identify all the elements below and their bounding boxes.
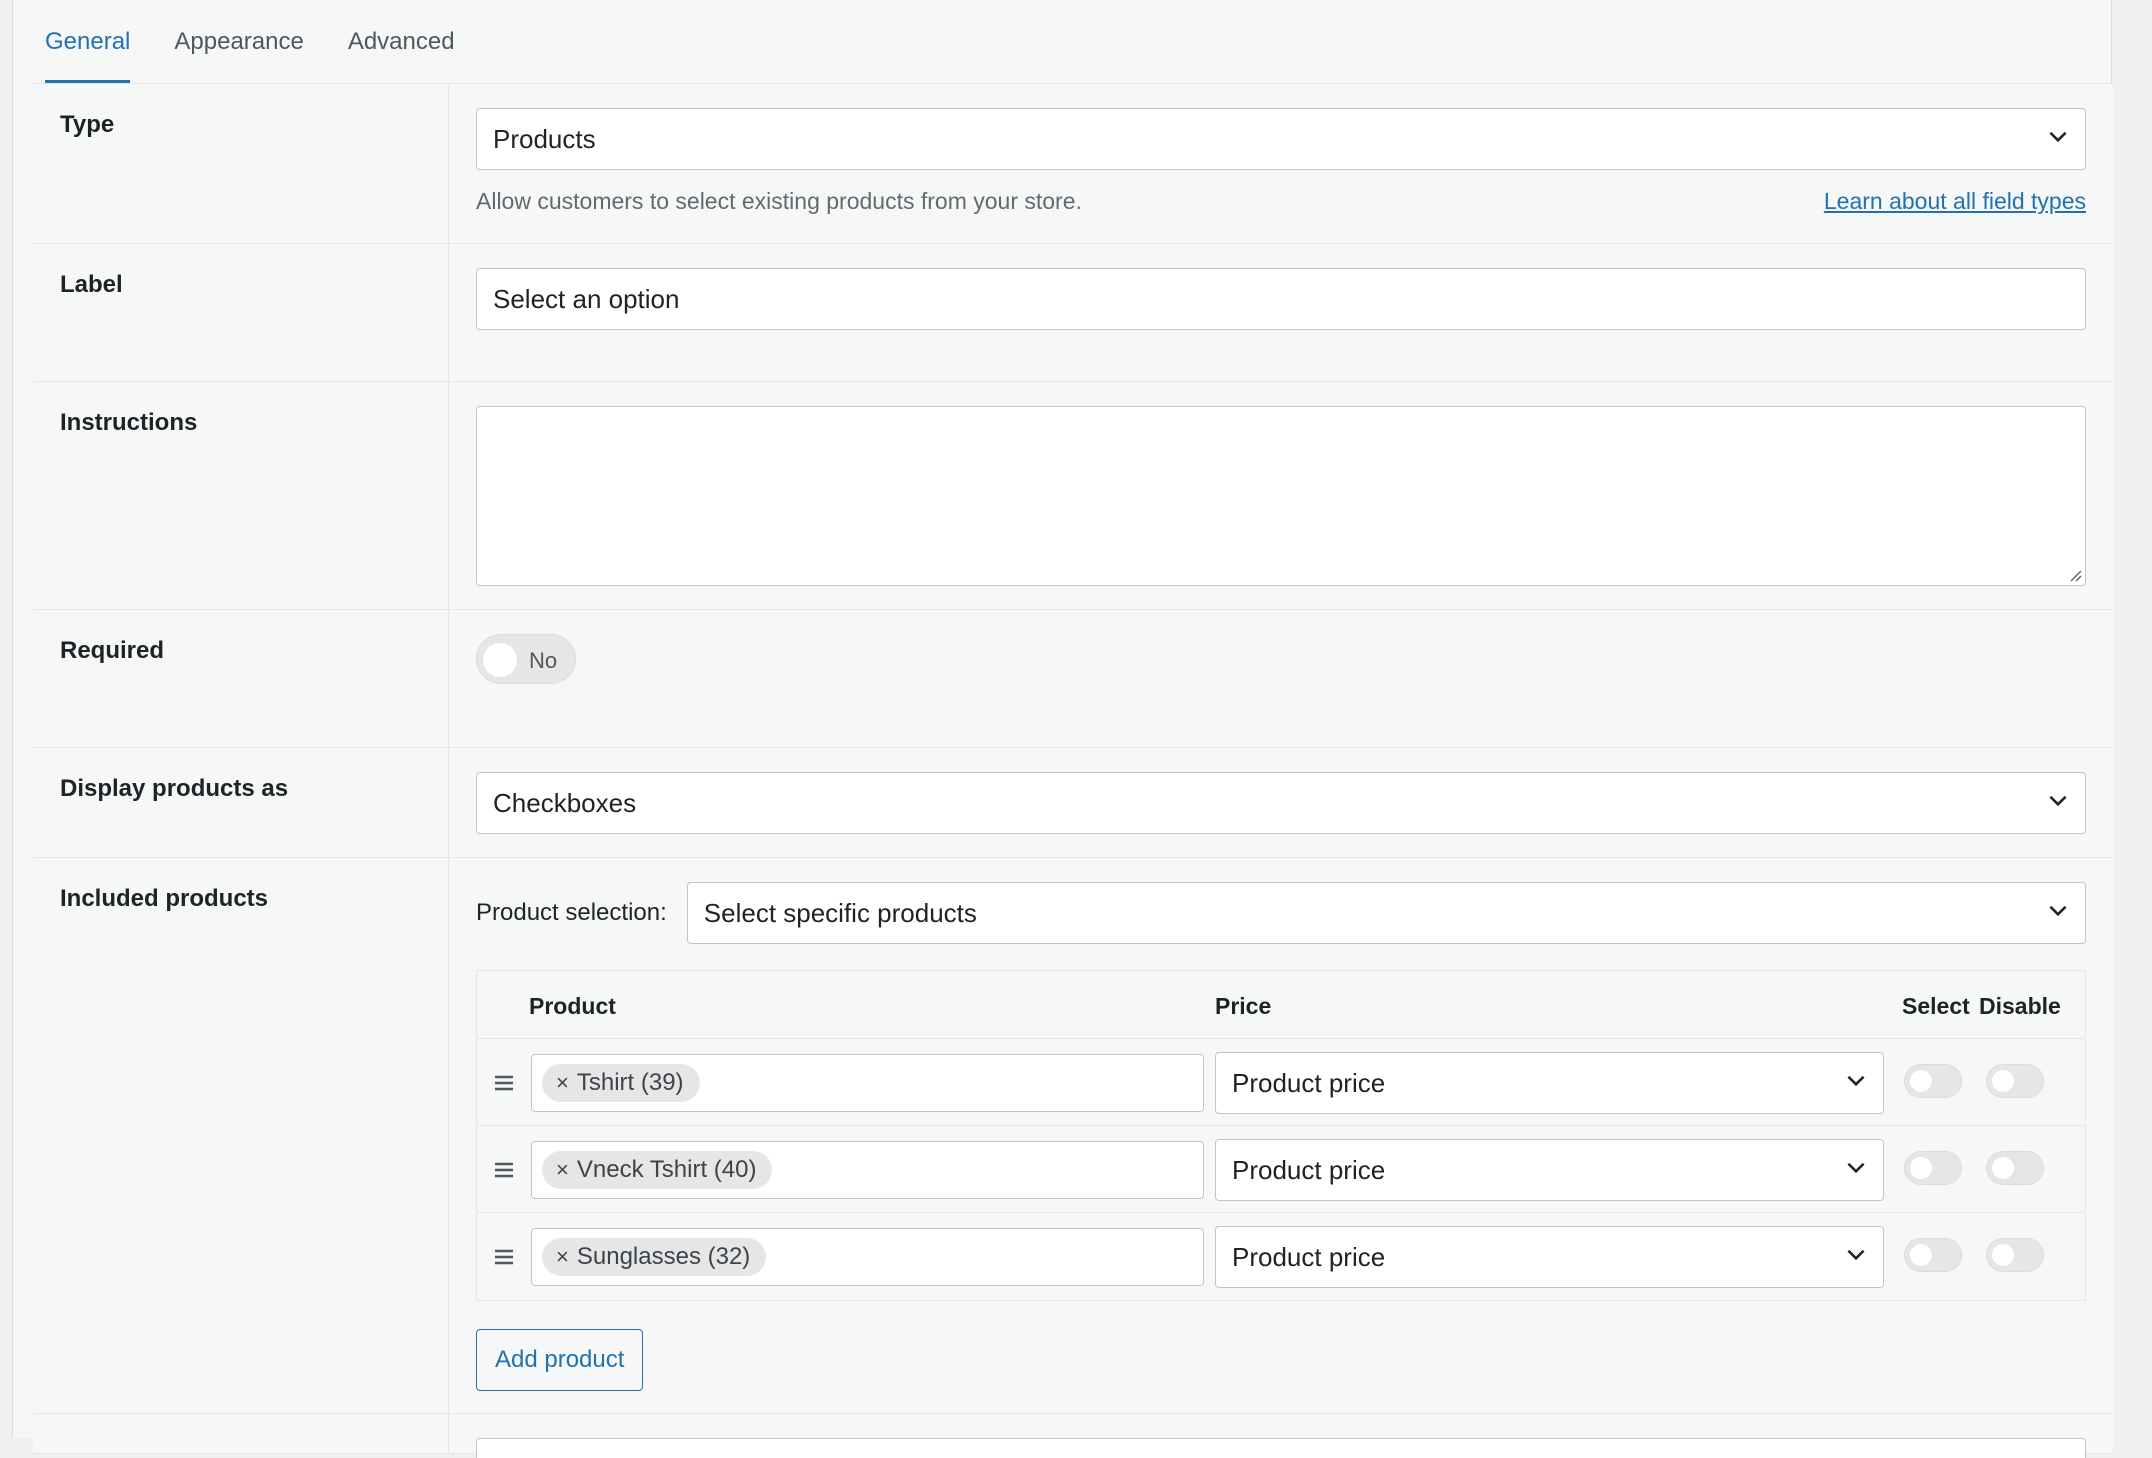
display-label: Display products as xyxy=(33,748,449,857)
disable-toggle[interactable] xyxy=(1986,1238,2044,1272)
product-chip: × Sunglasses (32) xyxy=(542,1238,767,1276)
drag-handle-icon[interactable] xyxy=(493,1247,515,1267)
label-body: Select an option xyxy=(449,244,2113,381)
toggle-knob xyxy=(1992,1070,2014,1092)
toggle-knob xyxy=(1992,1157,2014,1179)
products-table: Product Price Select Disable × Tshirt (3… xyxy=(476,970,2086,1301)
instructions-textarea[interactable] xyxy=(476,406,2086,586)
add-product-button[interactable]: Add product xyxy=(476,1329,644,1391)
toggle-knob xyxy=(1910,1244,1932,1266)
type-select-value: Products xyxy=(493,123,596,154)
select-toggle[interactable] xyxy=(1904,1064,1962,1098)
price-select-value: Product price xyxy=(1232,1154,1386,1185)
field-settings-panel: General Appearance Advanced Type Product… xyxy=(12,0,2113,1458)
product-chip-label: Tshirt (39) xyxy=(576,1069,684,1096)
product-selection-label: Product selection: xyxy=(476,899,667,926)
product-chip: × Tshirt (39) xyxy=(542,1064,700,1102)
display-select[interactable]: Checkboxes xyxy=(476,772,2086,834)
chevron-down-icon xyxy=(1847,1075,1865,1087)
tab-general[interactable]: General xyxy=(45,0,131,84)
required-body: No xyxy=(449,610,2113,747)
drag-handle-icon[interactable] xyxy=(493,1160,515,1180)
next-row xyxy=(33,1414,2113,1458)
price-select[interactable]: Product price xyxy=(1215,1052,1884,1114)
product-selection: Product selection: Select specific produ… xyxy=(476,882,2086,944)
col-disable: Disable xyxy=(1979,993,2061,1019)
product-chip: × Vneck Tshirt (40) xyxy=(542,1151,773,1189)
price-select-value: Product price xyxy=(1232,1241,1386,1272)
col-price: Price xyxy=(1215,993,1272,1019)
table-row: × Tshirt (39) Product price xyxy=(477,1039,2085,1126)
type-body: Products Allow customers to select exist… xyxy=(449,84,2113,243)
toggle-knob xyxy=(1910,1157,1932,1179)
type-select[interactable]: Products xyxy=(476,108,2086,170)
instructions-label: Instructions xyxy=(33,382,449,609)
price-select[interactable]: Product price xyxy=(1215,1226,1884,1288)
product-selection-select[interactable]: Select specific products xyxy=(686,882,2086,944)
next-row-label xyxy=(33,1414,449,1453)
table-row: × Vneck Tshirt (40) Product price xyxy=(477,1126,2085,1213)
product-chip-label: Vneck Tshirt (40) xyxy=(576,1156,757,1183)
type-help: Allow customers to select existing produ… xyxy=(476,188,2086,215)
product-selection-value: Select specific products xyxy=(703,897,977,928)
display-select-value: Checkboxes xyxy=(493,787,637,818)
product-field[interactable]: × Vneck Tshirt (40) xyxy=(531,1141,1204,1199)
included-label: Included products xyxy=(33,858,449,1413)
select-toggle[interactable] xyxy=(1904,1238,1962,1272)
remove-icon[interactable]: × xyxy=(556,1157,569,1183)
chevron-down-icon xyxy=(2049,131,2067,143)
settings-tabs: General Appearance Advanced xyxy=(45,0,455,84)
product-field[interactable]: × Tshirt (39) xyxy=(531,1054,1204,1112)
drag-handle-icon[interactable] xyxy=(493,1073,515,1093)
chevron-down-icon xyxy=(2049,905,2067,917)
tab-advanced[interactable]: Advanced xyxy=(348,0,455,84)
remove-icon[interactable]: × xyxy=(556,1244,569,1270)
tab-appearance[interactable]: Appearance xyxy=(174,0,303,84)
instructions-row: Instructions xyxy=(33,382,2113,610)
table-row: × Sunglasses (32) Product price xyxy=(477,1213,2085,1300)
chevron-down-icon xyxy=(1847,1162,1865,1174)
display-body: Checkboxes xyxy=(449,748,2113,857)
toggle-knob xyxy=(483,643,517,677)
toggle-knob xyxy=(1910,1070,1932,1092)
label-input[interactable]: Select an option xyxy=(476,268,2086,330)
label-label: Label xyxy=(33,244,449,381)
price-select-value: Product price xyxy=(1232,1067,1386,1098)
toggle-knob xyxy=(1992,1244,2014,1266)
included-body: Product selection: Select specific produ… xyxy=(449,858,2113,1413)
type-label: Type xyxy=(33,84,449,243)
disable-toggle[interactable] xyxy=(1986,1064,2044,1098)
required-toggle-text: No xyxy=(529,648,558,673)
required-label: Required xyxy=(33,610,449,747)
products-table-header: Product Price Select Disable xyxy=(477,971,2085,1039)
label-row: Label Select an option xyxy=(33,244,2113,382)
instructions-body xyxy=(449,382,2113,609)
settings-form: Type Products Allow customers to select … xyxy=(33,83,2113,1458)
type-row: Type Products Allow customers to select … xyxy=(33,84,2113,244)
product-chip-label: Sunglasses (32) xyxy=(576,1243,751,1270)
resize-handle-icon[interactable] xyxy=(2067,567,2083,583)
type-help-text: Allow customers to select existing produ… xyxy=(476,188,1082,214)
col-product: Product xyxy=(529,993,616,1019)
required-row: Required No xyxy=(33,610,2113,748)
included-products-row: Included products Product selection: Sel… xyxy=(33,858,2113,1414)
display-row: Display products as Checkboxes xyxy=(33,748,2113,858)
remove-icon[interactable]: × xyxy=(556,1070,569,1096)
next-row-body xyxy=(449,1414,2113,1458)
chevron-down-icon xyxy=(2049,795,2067,807)
learn-field-types-link[interactable]: Learn about all field types xyxy=(1824,188,2086,215)
required-toggle[interactable]: No xyxy=(476,634,576,684)
col-select: Select xyxy=(1902,993,1970,1019)
product-field[interactable]: × Sunglasses (32) xyxy=(531,1228,1204,1286)
chevron-down-icon xyxy=(1847,1249,1865,1261)
disable-toggle[interactable] xyxy=(1986,1151,2044,1185)
next-field[interactable] xyxy=(476,1438,2086,1458)
select-toggle[interactable] xyxy=(1904,1151,1962,1185)
price-select[interactable]: Product price xyxy=(1215,1139,1884,1201)
